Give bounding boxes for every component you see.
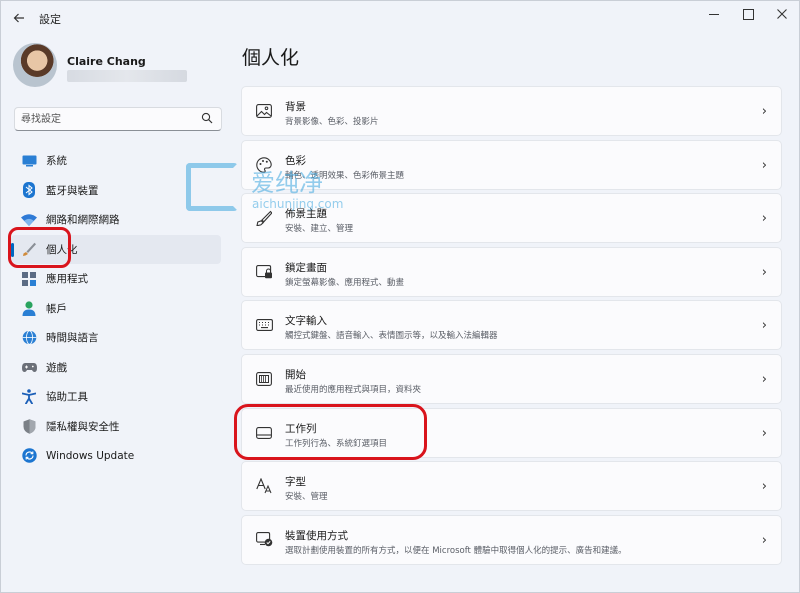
sidebar-item-label: 應用程式: [46, 273, 88, 286]
settings-window: 設定 Claire Chang 系統 藍牙與裝置: [0, 0, 800, 593]
device-usage-icon: [255, 531, 273, 549]
sidebar-item-system[interactable]: 系統: [11, 146, 221, 176]
apps-icon: [21, 271, 37, 287]
sidebar-item-network[interactable]: 網路和網際網路: [11, 205, 221, 235]
app-title: 設定: [39, 13, 61, 26]
sidebar-item-label: 時間與語言: [46, 332, 99, 345]
sidebar-item-label: 協助工具: [46, 391, 88, 404]
font-icon: [255, 477, 273, 495]
wifi-icon: [21, 212, 37, 228]
palette-icon: [255, 156, 273, 174]
sidebar-item-personalization[interactable]: 個人化: [11, 234, 221, 264]
lock-screen-icon: [255, 263, 273, 281]
card-title: 字型: [285, 476, 306, 489]
sidebar-item-label: 隱私權與安全性: [46, 420, 120, 433]
sidebar-item-apps[interactable]: 應用程式: [11, 264, 221, 294]
paintbrush-icon: [21, 241, 37, 257]
card-description: 選取計劃使用裝置的所有方式，以便在 Microsoft 體驗中取得個人化的提示、…: [285, 545, 627, 556]
gamepad-icon: [21, 359, 37, 375]
sidebar-item-label: 帳戶: [46, 302, 67, 315]
sidebar-item-bluetooth-devices[interactable]: 藍牙與裝置: [11, 176, 221, 206]
sidebar-item-accounts[interactable]: 帳戶: [11, 294, 221, 324]
sidebar-item-label: 系統: [46, 155, 67, 168]
sidebar-item-gaming[interactable]: 遊戲: [11, 353, 221, 383]
card-description: 鎖定螢幕影像、應用程式、動畫: [285, 277, 405, 288]
arrow-left-icon: [13, 13, 24, 23]
card-device-usage[interactable]: 裝置使用方式 選取計劃使用裝置的所有方式，以便在 Microsoft 體驗中取得…: [241, 514, 782, 565]
card-description: 背景影像、色彩、投影片: [285, 117, 379, 127]
chevron-right-icon: ›: [761, 211, 767, 227]
chevron-right-icon: ›: [761, 264, 767, 280]
start-menu-icon: [255, 370, 273, 388]
system-monitor-icon: [21, 153, 37, 169]
card-title: 鎖定畫面: [285, 261, 327, 274]
sidebar-item-windows-update[interactable]: Windows Update: [11, 441, 221, 471]
card-title: 佈景主題: [285, 208, 327, 221]
chevron-right-icon: ›: [761, 104, 767, 119]
sidebar-item-label: 個人化: [46, 243, 78, 256]
card-title: 色彩: [285, 154, 306, 167]
card-title: 裝置使用方式: [285, 529, 348, 542]
card-description: 觸控式鍵盤、語音輸入、表情圖示等，以及輸入法編輯器: [285, 331, 498, 342]
sidebar-item-label: 網路和網際網路: [46, 214, 120, 227]
chevron-right-icon: ›: [761, 318, 767, 334]
active-indicator: [11, 242, 14, 257]
search-input[interactable]: [21, 111, 201, 127]
search-icon: [201, 112, 213, 124]
settings-card-list: 背景 背景影像、色彩、投影片 › 色彩 輔色、透明效果、色彩佈景主題 › 佈景主…: [241, 86, 782, 568]
card-fonts[interactable]: 字型 安裝、管理 ›: [241, 461, 782, 512]
sidebar-item-label: 藍牙與裝置: [46, 184, 99, 197]
card-description: 安裝、管理: [285, 492, 328, 503]
close-button[interactable]: [765, 1, 799, 27]
chevron-right-icon: ›: [761, 157, 767, 173]
card-description: 輔色、透明效果、色彩佈景主題: [285, 170, 405, 181]
user-email-redacted: [67, 70, 187, 82]
globe-clock-icon: [21, 330, 37, 346]
chevron-right-icon: ›: [761, 425, 767, 441]
card-lock-screen[interactable]: 鎖定畫面 鎖定螢幕影像、應用程式、動畫 ›: [241, 246, 782, 297]
title-bar: 設定: [1, 1, 799, 35]
minimize-button[interactable]: [697, 1, 731, 27]
card-title: 背景: [285, 101, 306, 113]
taskbar-icon: [255, 424, 273, 442]
card-taskbar[interactable]: 工作列 工作列行為、系統釘選項目 ›: [241, 407, 782, 458]
keyboard-icon: [255, 316, 273, 334]
person-icon: [21, 300, 37, 316]
page-title: 個人化: [242, 47, 300, 69]
chevron-right-icon: ›: [761, 479, 767, 495]
user-name: Claire Chang: [67, 55, 146, 68]
window-controls: [697, 1, 799, 29]
sidebar-item-time-language[interactable]: 時間與語言: [11, 323, 221, 353]
chevron-right-icon: ›: [761, 371, 767, 387]
sidebar-item-accessibility[interactable]: 協助工具: [11, 382, 221, 412]
shield-icon: [21, 418, 37, 434]
card-text-input[interactable]: 文字輸入 觸控式鍵盤、語音輸入、表情圖示等，以及輸入法編輯器 ›: [241, 300, 782, 351]
card-title: 文字輸入: [285, 315, 327, 328]
search-box[interactable]: [14, 107, 222, 131]
avatar: [13, 43, 57, 87]
accessibility-icon: [21, 389, 37, 405]
sidebar-item-privacy-security[interactable]: 隱私權與安全性: [11, 412, 221, 442]
sidebar-nav: 系統 藍牙與裝置 網路和網際網路 個人化 應用程式 帳戶 時間與語言 遊戲 協助…: [11, 146, 221, 471]
chevron-right-icon: ›: [761, 532, 767, 548]
card-description: 安裝、建立、管理: [285, 224, 354, 235]
sidebar-item-label: 遊戲: [46, 361, 67, 374]
card-themes[interactable]: 佈景主題 安裝、建立、管理 ›: [241, 193, 782, 244]
windows-update-icon: [21, 448, 37, 464]
card-title: 工作列: [285, 422, 317, 435]
bluetooth-icon: [21, 182, 37, 199]
card-description: 工作列行為、系統釘選項目: [285, 438, 388, 449]
card-colors[interactable]: 色彩 輔色、透明效果、色彩佈景主題 ›: [241, 139, 782, 190]
image-icon: [255, 102, 273, 120]
card-description: 最近使用的應用程式與項目，資料夾: [285, 384, 422, 395]
card-title: 開始: [285, 368, 306, 381]
card-background[interactable]: 背景 背景影像、色彩、投影片 ›: [241, 86, 782, 136]
brush-icon: [255, 209, 273, 227]
back-button[interactable]: [9, 9, 29, 27]
card-start[interactable]: 開始 最近使用的應用程式與項目，資料夾 ›: [241, 353, 782, 404]
maximize-button[interactable]: [731, 1, 765, 27]
sidebar-item-label: Windows Update: [46, 449, 135, 462]
close-icon: [777, 9, 787, 19]
